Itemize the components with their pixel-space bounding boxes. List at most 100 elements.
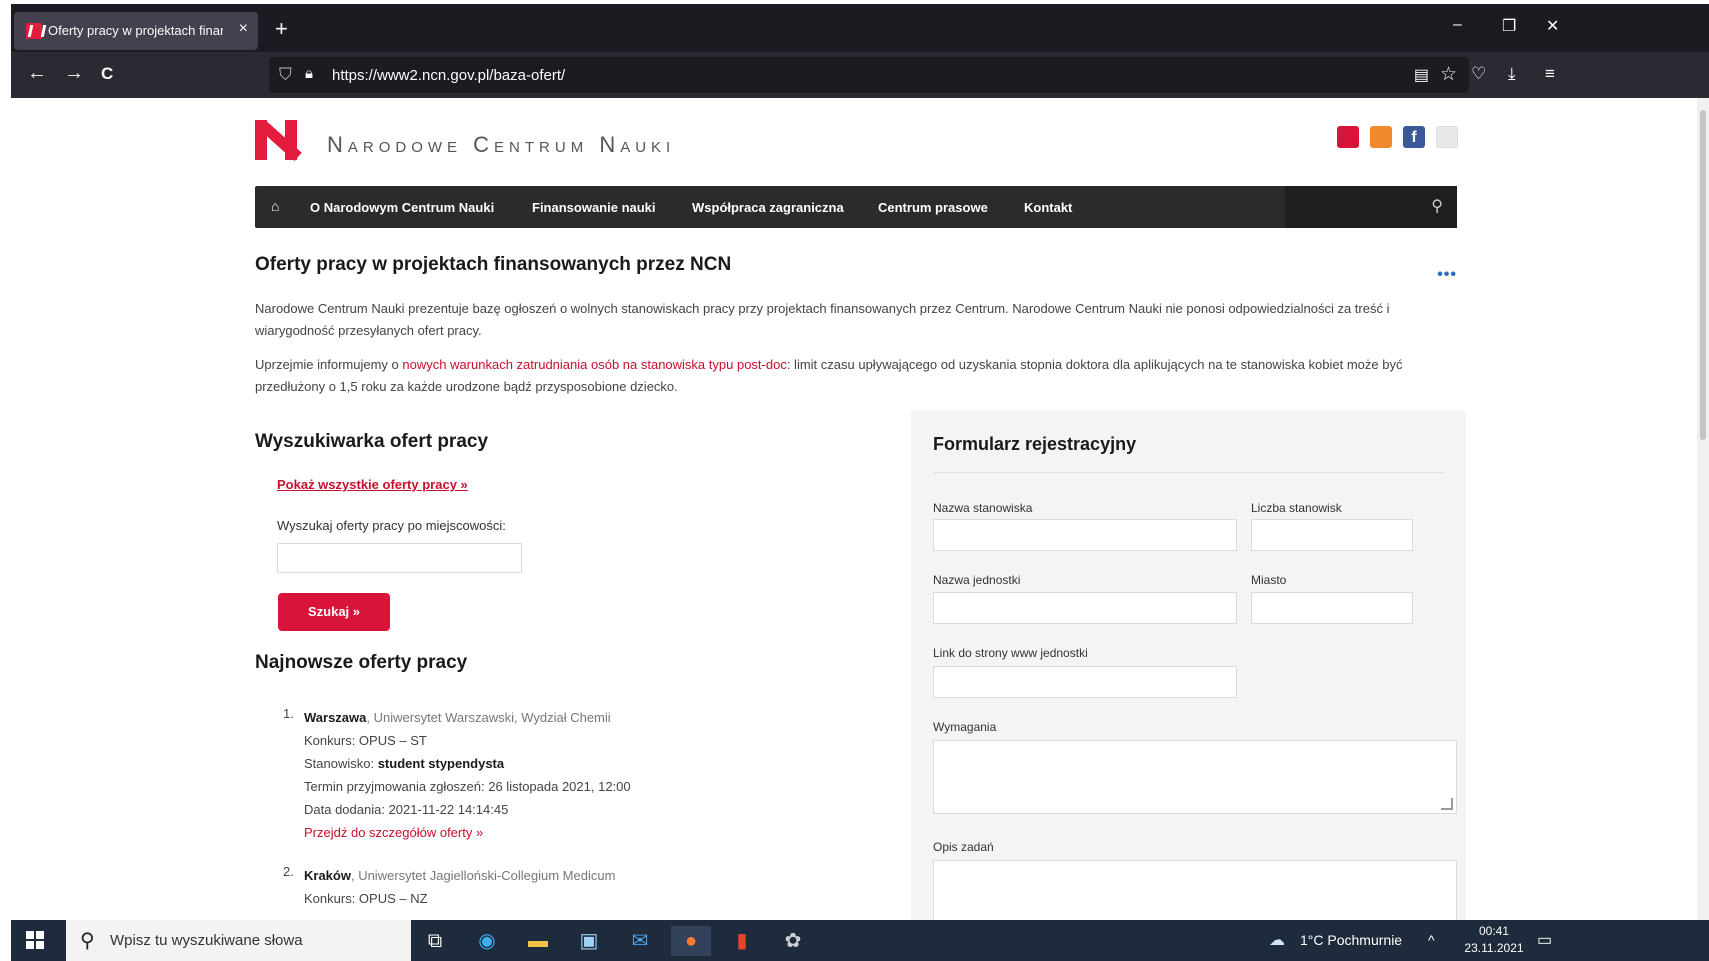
- tray-chevron-icon[interactable]: ^: [1428, 932, 1435, 948]
- mail-icon[interactable]: [1436, 126, 1458, 148]
- store-icon[interactable]: ▣: [569, 926, 609, 956]
- taskbar-search-placeholder: Wpisz tu wyszukiwane słowa: [110, 932, 303, 949]
- menu-search[interactable]: ⚲: [1285, 186, 1457, 228]
- newsletter-icon[interactable]: [1337, 126, 1359, 148]
- ncn-favicon-icon: [26, 23, 42, 39]
- back-button[interactable]: ←: [27, 62, 47, 85]
- weather-cloud-icon[interactable]: ☁: [1269, 930, 1285, 950]
- minimize-button[interactable]: –: [1453, 16, 1462, 34]
- weather-text[interactable]: 1°C Pochmurnie: [1300, 932, 1402, 948]
- offer-position: student stypendysta: [377, 756, 505, 771]
- city-search-input[interactable]: [277, 543, 522, 573]
- task-view-icon[interactable]: ⧉: [415, 926, 455, 956]
- app-icon[interactable]: ✿: [773, 926, 813, 956]
- offer-details-link[interactable]: Przejdź do szczegółów oferty »: [304, 825, 483, 840]
- rss-icon[interactable]: [1370, 126, 1392, 148]
- downloads-icon[interactable]: ⤓: [1508, 64, 1516, 84]
- ncn-logo-icon[interactable]: [255, 120, 302, 161]
- list-item: 2. Kraków, Uniwersytet Jagielloński-Coll…: [283, 864, 883, 910]
- tab-active[interactable]: Oferty pracy w projektach finan ×: [14, 12, 258, 50]
- resize-handle-icon[interactable]: [1441, 798, 1453, 810]
- office-icon[interactable]: ▮: [722, 926, 762, 956]
- more-options-icon[interactable]: •••: [1437, 266, 1457, 284]
- position-name-label: Nazwa stanowiska: [933, 501, 1033, 515]
- windows-start-icon[interactable]: [26, 931, 44, 949]
- menu-item-contact[interactable]: Kontakt: [1024, 200, 1072, 215]
- facebook-icon[interactable]: f: [1403, 126, 1425, 148]
- taskbar-search[interactable]: ⚲ Wpisz tu wyszukiwane słowa: [66, 920, 411, 961]
- offer-city: Kraków: [304, 868, 351, 883]
- intro-paragraph: Narodowe Centrum Nauki prezentuje bazę o…: [255, 301, 1390, 338]
- offer-contest: Konkurs: OPUS – ST: [304, 733, 427, 748]
- notifications-icon[interactable]: ▭: [1537, 930, 1552, 950]
- city-search-label: Wyszukaj oferty pracy po miejscowości:: [277, 518, 506, 533]
- browser-chrome: Oferty pracy w projektach finan × + – ❐ …: [11, 4, 1709, 98]
- web-page: Narodowe Centrum Nauki f ⌂ O Narodowym C…: [11, 98, 1697, 920]
- latest-offers-heading: Najnowsze oferty pracy: [255, 652, 468, 673]
- search-button[interactable]: Szukaj »: [278, 593, 390, 631]
- tasks-label: Opis zadań: [933, 840, 994, 854]
- tab-title: Oferty pracy w projektach finan: [48, 23, 223, 38]
- unit-link-label: Link do strony www jednostki: [933, 646, 1088, 660]
- offer-added-date: Data dodania: 2021-11-22 14:14:45: [304, 802, 509, 817]
- file-explorer-icon[interactable]: ▬: [518, 926, 558, 956]
- offer-institution: , Uniwersytet Jagielloński-Collegium Med…: [350, 868, 616, 883]
- position-name-input[interactable]: [933, 519, 1237, 551]
- offer-city: Warszawa: [304, 710, 367, 725]
- url-bar[interactable]: ⛉ 🔒︎ https://www2.ncn.gov.pl/baza-ofert/…: [269, 57, 1469, 93]
- home-icon[interactable]: ⌂: [271, 198, 279, 214]
- mail-app-icon[interactable]: ✉: [620, 926, 660, 956]
- reader-view-icon[interactable]: ▤: [1414, 65, 1429, 85]
- tab-bar: Oferty pracy w projektach finan × + – ❐ …: [11, 4, 1709, 52]
- scrollbar-thumb[interactable]: [1700, 110, 1706, 440]
- url-text[interactable]: https://www2.ncn.gov.pl/baza-ofert/: [332, 67, 565, 84]
- menu-icon[interactable]: ≡: [1545, 64, 1555, 84]
- bookmark-star-icon[interactable]: ☆: [1440, 63, 1457, 86]
- nav-toolbar: ← → C ⛉ 🔒︎ https://www2.ncn.gov.pl/baza-…: [11, 52, 1709, 98]
- unit-name-input[interactable]: [933, 592, 1237, 624]
- offer-contest: Konkurs: OPUS – NZ: [304, 891, 428, 906]
- requirements-textarea[interactable]: [933, 740, 1457, 814]
- positions-count-label: Liczba stanowisk: [1251, 501, 1342, 515]
- restore-button[interactable]: ❐: [1502, 16, 1516, 36]
- offer-institution: , Uniwersytet Warszawski, Wydział Chemii: [366, 710, 611, 725]
- unit-name-label: Nazwa jednostki: [933, 573, 1021, 587]
- menu-item-about[interactable]: O Narodowym Centrum Nauki: [310, 200, 494, 215]
- site-brand[interactable]: Narodowe Centrum Nauki: [327, 132, 675, 158]
- menu-item-funding[interactable]: Finansowanie nauki: [532, 200, 656, 215]
- form-divider: [933, 472, 1445, 473]
- notice-paragraph: Uprzejmie informujemy o nowych warunkach…: [255, 357, 1403, 394]
- tasks-textarea[interactable]: [933, 860, 1457, 920]
- postdoc-conditions-link[interactable]: nowych warunkach zatrudniania osób na st…: [402, 357, 786, 372]
- city-input[interactable]: [1251, 592, 1413, 624]
- windows-taskbar: ⚲ Wpisz tu wyszukiwane słowa ⧉ ◉ ▬ ▣ ✉ ●…: [11, 920, 1709, 961]
- menu-item-press[interactable]: Centrum prasowe: [878, 200, 988, 215]
- tracking-shield-icon[interactable]: ⛉: [279, 65, 292, 85]
- offers-list: 1. Warszawa, Uniwersytet Warszawski, Wyd…: [283, 706, 883, 920]
- close-window-button[interactable]: ✕: [1546, 16, 1559, 36]
- registration-form: Formularz rejestracyjny Nazwa stanowiska…: [911, 410, 1466, 920]
- search-icon[interactable]: ⚲: [1431, 196, 1443, 216]
- city-label: Miasto: [1251, 573, 1287, 587]
- page-scrollbar[interactable]: [1697, 98, 1709, 920]
- search-icon: ⚲: [80, 930, 95, 952]
- menu-item-international[interactable]: Współpraca zagraniczna: [692, 200, 844, 215]
- offer-deadline: Termin przyjmowania zgłoszeń: 26 listopa…: [304, 779, 631, 794]
- reload-button[interactable]: C: [101, 64, 113, 84]
- tab-close-button[interactable]: ×: [239, 20, 248, 38]
- lock-icon[interactable]: 🔒︎: [305, 65, 313, 82]
- firefox-icon[interactable]: ●: [671, 926, 711, 956]
- unit-link-input[interactable]: [933, 666, 1237, 698]
- form-heading: Formularz rejestracyjny: [933, 434, 1137, 454]
- new-tab-button[interactable]: +: [275, 16, 288, 42]
- pocket-icon[interactable]: ♡: [1471, 64, 1486, 84]
- list-item: 1. Warszawa, Uniwersytet Warszawski, Wyd…: [283, 706, 883, 844]
- taskbar-clock[interactable]: 00:41 23.11.2021: [1458, 923, 1530, 957]
- page-title: Oferty pracy w projektach finansowanych …: [255, 254, 732, 275]
- main-menu: ⌂ O Narodowym Centrum Nauki Finansowanie…: [255, 186, 1457, 228]
- positions-count-input[interactable]: [1251, 519, 1413, 551]
- edge-icon[interactable]: ◉: [467, 926, 507, 956]
- show-all-offers-link[interactable]: Pokaż wszystkie oferty pracy »: [277, 477, 468, 492]
- forward-button[interactable]: →: [64, 62, 84, 85]
- search-heading: Wyszukiwarka ofert pracy: [255, 431, 489, 452]
